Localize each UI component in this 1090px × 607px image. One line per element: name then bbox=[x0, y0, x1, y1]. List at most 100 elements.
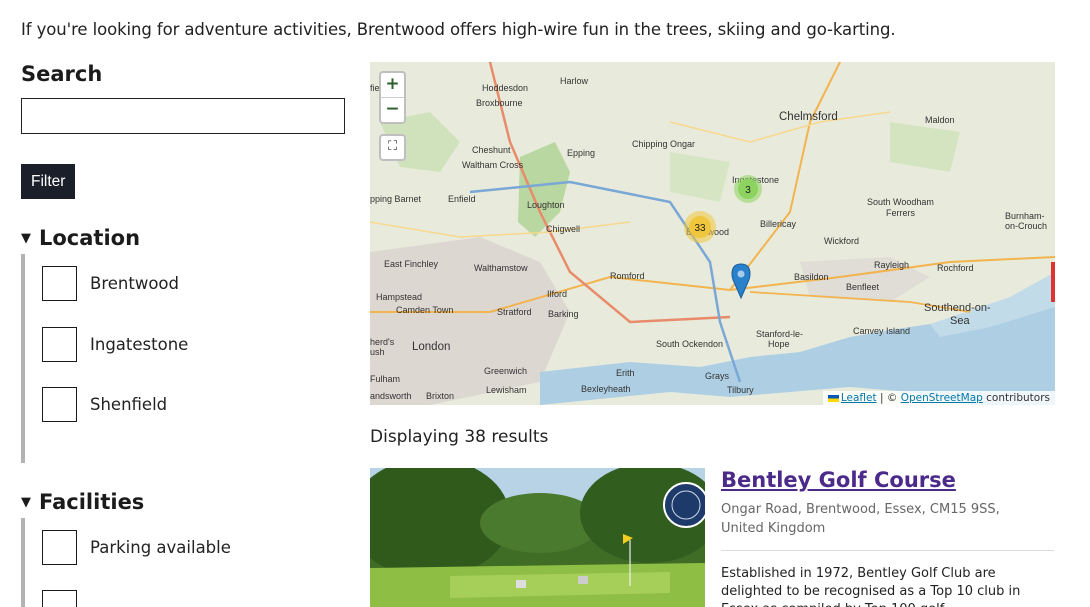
svg-text:Tilbury: Tilbury bbox=[727, 385, 754, 395]
svg-text:Romford: Romford bbox=[610, 271, 645, 281]
map-edge-marker bbox=[1051, 262, 1055, 302]
svg-text:Loughton: Loughton bbox=[527, 200, 565, 210]
svg-text:Brixton: Brixton bbox=[426, 391, 454, 401]
option-label: Shenfield bbox=[90, 395, 168, 414]
svg-text:pping Barnet: pping Barnet bbox=[370, 194, 422, 204]
svg-text:Rayleigh: Rayleigh bbox=[874, 260, 909, 270]
option-label: Brentwood bbox=[90, 274, 179, 293]
zoom-control: + − bbox=[379, 71, 406, 124]
results-map[interactable]: Harlow Hoddesdon Broxbourne Chelmsford M… bbox=[370, 62, 1055, 405]
intro-text: If you're looking for adventure activiti… bbox=[21, 20, 896, 39]
svg-text:Rochford: Rochford bbox=[937, 263, 974, 273]
facilities-option-parking[interactable]: Parking available bbox=[42, 530, 231, 565]
marker-cluster-3[interactable]: 3 bbox=[734, 175, 762, 203]
svg-text:South Ockendon: South Ockendon bbox=[656, 339, 723, 349]
svg-text:Ilford: Ilford bbox=[547, 289, 567, 299]
filter-button[interactable]: Filter bbox=[21, 164, 76, 199]
svg-text:on-Crouch: on-Crouch bbox=[1005, 221, 1047, 231]
svg-text:Wickford: Wickford bbox=[824, 236, 859, 246]
fullscreen-button[interactable]: ⛶ bbox=[379, 134, 406, 161]
facilities-facet-title: Facilities bbox=[39, 490, 145, 514]
svg-text:Bexleyheath: Bexleyheath bbox=[581, 384, 631, 394]
svg-text:Maldon: Maldon bbox=[925, 115, 955, 125]
result-title-link[interactable]: Bentley Golf Course bbox=[721, 468, 956, 492]
result-address: Ongar Road, Brentwood, Essex, CM15 9SS, … bbox=[721, 502, 1000, 536]
svg-text:Greenwich: Greenwich bbox=[484, 366, 527, 376]
svg-text:3: 3 bbox=[745, 185, 751, 196]
svg-text:Basildon: Basildon bbox=[794, 272, 829, 282]
svg-text:Billericay: Billericay bbox=[760, 219, 797, 229]
svg-text:ush: ush bbox=[370, 347, 385, 357]
location-facet-toggle[interactable]: ▼ Location bbox=[21, 226, 140, 250]
svg-text:Chipping Ongar: Chipping Ongar bbox=[632, 139, 695, 149]
svg-text:Lewisham: Lewisham bbox=[486, 385, 527, 395]
triangle-down-icon: ▼ bbox=[21, 494, 31, 510]
triangle-down-icon: ▼ bbox=[21, 230, 31, 246]
result-description: Established in 1972, Bentley Golf Club a… bbox=[721, 566, 1021, 607]
checkbox[interactable] bbox=[42, 590, 77, 607]
svg-text:Epping: Epping bbox=[567, 148, 595, 158]
svg-text:Benfleet: Benfleet bbox=[846, 282, 880, 292]
svg-text:Enfield: Enfield bbox=[448, 194, 476, 204]
svg-text:Camden Town: Camden Town bbox=[396, 305, 453, 315]
location-options: Brentwood Ingatestone Shenfield bbox=[21, 254, 321, 463]
svg-text:Stanford-le-: Stanford-le- bbox=[756, 329, 803, 339]
location-option-brentwood[interactable]: Brentwood bbox=[42, 266, 179, 301]
svg-text:Fulham: Fulham bbox=[370, 374, 400, 384]
results-count: Displaying 38 results bbox=[370, 427, 549, 447]
map-tiles[interactable]: Harlow Hoddesdon Broxbourne Chelmsford M… bbox=[370, 62, 1055, 405]
svg-text:Barking: Barking bbox=[548, 309, 579, 319]
svg-text:Chigwell: Chigwell bbox=[546, 224, 580, 234]
zoom-out-button[interactable]: − bbox=[381, 97, 404, 121]
svg-text:South Woodham: South Woodham bbox=[867, 197, 934, 207]
svg-text:herd's: herd's bbox=[370, 337, 395, 347]
facilities-option-next[interactable] bbox=[42, 590, 77, 607]
map-attribution: Leaflet | © OpenStreetMap contributors bbox=[822, 391, 1055, 405]
svg-text:Ferrers: Ferrers bbox=[886, 208, 915, 218]
location-option-ingatestone[interactable]: Ingatestone bbox=[42, 327, 188, 362]
svg-text:Burnham-: Burnham- bbox=[1005, 211, 1045, 221]
svg-text:andsworth: andsworth bbox=[370, 391, 412, 401]
result-divider bbox=[721, 550, 1054, 551]
svg-text:33: 33 bbox=[694, 223, 706, 234]
svg-text:London: London bbox=[412, 341, 450, 353]
filter-sidebar: Search Filter ▼ Location Brentwood Ingat… bbox=[21, 62, 351, 607]
osm-link[interactable]: OpenStreetMap bbox=[901, 392, 983, 404]
option-label: Parking available bbox=[90, 538, 231, 557]
option-label: Ingatestone bbox=[90, 335, 189, 354]
svg-text:Grays: Grays bbox=[705, 371, 730, 381]
svg-text:Hoddesdon: Hoddesdon bbox=[482, 83, 528, 93]
facilities-options: Parking available bbox=[21, 518, 321, 607]
checkbox[interactable] bbox=[42, 327, 77, 362]
svg-text:East Finchley: East Finchley bbox=[384, 259, 439, 269]
ukraine-flag-icon bbox=[827, 394, 839, 402]
svg-text:Cheshunt: Cheshunt bbox=[472, 145, 511, 155]
search-input[interactable] bbox=[21, 98, 345, 134]
leaflet-link[interactable]: Leaflet bbox=[841, 392, 877, 404]
svg-text:Southend-on-: Southend-on- bbox=[924, 302, 991, 314]
location-facet: ▼ Location Brentwood Ingatestone Shenfie… bbox=[21, 226, 188, 463]
svg-text:Canvey Island: Canvey Island bbox=[853, 326, 910, 336]
result-image[interactable] bbox=[370, 468, 705, 607]
svg-text:Broxbourne: Broxbourne bbox=[476, 98, 523, 108]
marker-cluster-33[interactable]: 33 bbox=[684, 211, 716, 243]
svg-text:Sea: Sea bbox=[950, 315, 970, 327]
svg-text:Chelmsford: Chelmsford bbox=[779, 111, 838, 123]
location-facet-title: Location bbox=[39, 226, 141, 250]
svg-text:Erith: Erith bbox=[616, 368, 635, 378]
svg-text:Harlow: Harlow bbox=[560, 76, 589, 86]
svg-text:Waltham Cross: Waltham Cross bbox=[462, 160, 524, 170]
facilities-facet: ▼ Facilities Parking available bbox=[21, 490, 231, 607]
location-option-shenfield[interactable]: Shenfield bbox=[42, 387, 167, 422]
svg-text:Stratford: Stratford bbox=[497, 307, 532, 317]
checkbox[interactable] bbox=[42, 530, 77, 565]
search-heading: Search bbox=[21, 62, 103, 86]
svg-text:Walthamstow: Walthamstow bbox=[474, 263, 528, 273]
checkbox[interactable] bbox=[42, 266, 77, 301]
checkbox[interactable] bbox=[42, 387, 77, 422]
fullscreen-icon: ⛶ bbox=[387, 139, 398, 154]
facilities-facet-toggle[interactable]: ▼ Facilities bbox=[21, 490, 144, 514]
svg-text:Hope: Hope bbox=[768, 339, 790, 349]
zoom-in-button[interactable]: + bbox=[381, 73, 404, 97]
svg-text:Hampstead: Hampstead bbox=[376, 292, 422, 302]
